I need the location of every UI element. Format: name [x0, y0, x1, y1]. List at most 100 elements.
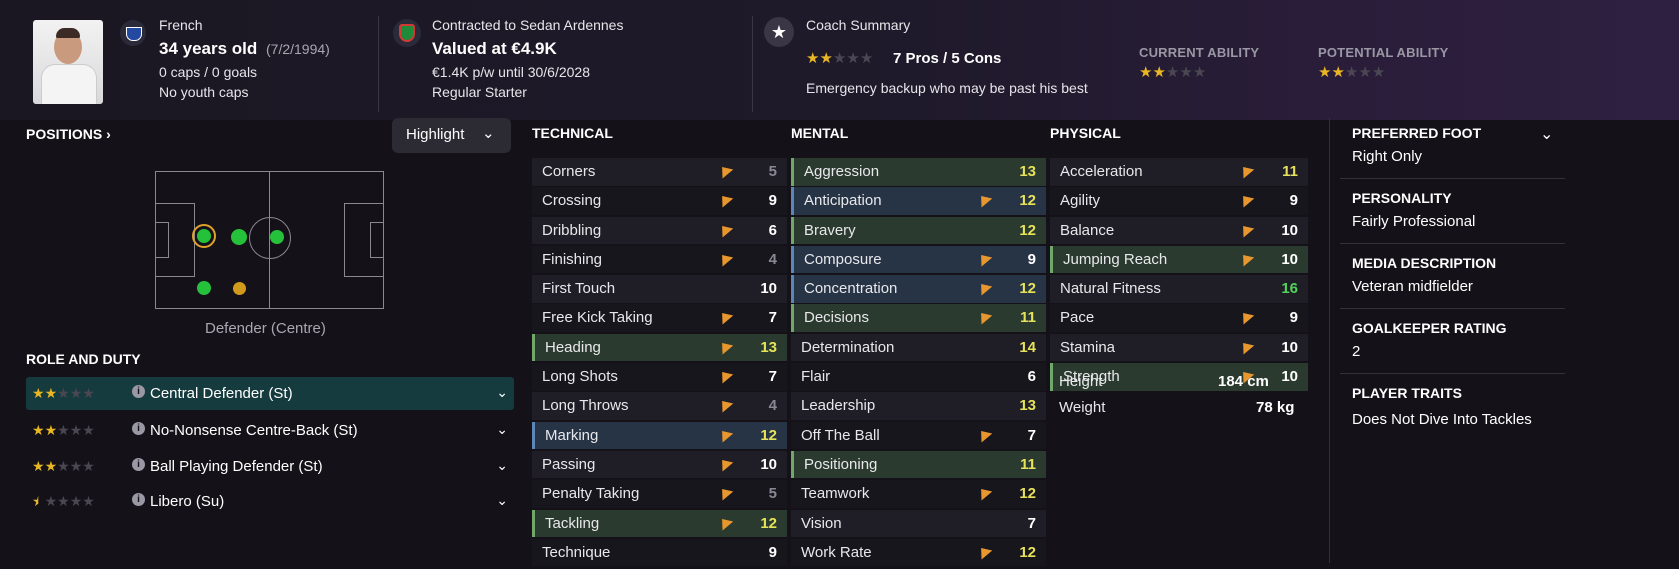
date-of-birth: (7/2/1994) [266, 41, 330, 57]
trend-arrow-icon [716, 455, 734, 472]
attribute-row-agility[interactable]: Agility 9 [1050, 187, 1308, 215]
role-name: Ball Playing Defender (St) [150, 458, 323, 475]
chevron-down-icon[interactable]: ⌄ [496, 421, 508, 438]
attribute-name: Natural Fitness [1060, 280, 1161, 298]
attribute-row-penalty-taking[interactable]: Penalty Taking 5 [532, 480, 787, 508]
player-avatar[interactable] [33, 20, 103, 104]
physical-attributes: Acceleration 11 Agility 9 Balance 10 Jumping R… [1050, 158, 1308, 392]
attribute-row-composure[interactable]: Composure 9 [791, 245, 1046, 274]
trend-arrow-icon [975, 250, 993, 267]
attribute-row-crossing[interactable]: Crossing 9 [532, 187, 787, 215]
attribute-row-jumping-reach[interactable]: Jumping Reach 10 [1050, 245, 1308, 274]
trend-arrow-icon [716, 426, 734, 443]
attribute-name: Crossing [542, 192, 602, 210]
trend-arrow-icon [716, 514, 734, 531]
role-item[interactable]: ★★★★★ i Ball Playing Defender (St) ⌄ [26, 450, 514, 483]
chevron-down-icon[interactable]: ⌄ [496, 492, 508, 509]
attribute-value: 9 [1027, 250, 1036, 268]
attribute-row-work-rate[interactable]: Work Rate 12 [791, 538, 1046, 567]
attribute-value: 5 [768, 163, 777, 180]
chevron-down-icon[interactable]: ⌄ [496, 457, 508, 474]
attribute-name: Work Rate [801, 543, 872, 561]
attribute-value: 6 [1027, 368, 1036, 386]
coach-summary-title: Coach Summary [806, 17, 911, 33]
attribute-row-finishing[interactable]: Finishing 4 [532, 245, 787, 274]
attribute-row-teamwork[interactable]: Teamwork 12 [791, 480, 1046, 508]
attribute-row-leadership[interactable]: Leadership 13 [791, 392, 1046, 420]
info-icon[interactable]: i [132, 458, 145, 471]
attribute-row-off-the-ball[interactable]: Off The Ball 7 [791, 421, 1046, 450]
attribute-value: 9 [768, 543, 777, 561]
player-trait-item[interactable]: Does Not Dive Into Tackles [1352, 411, 1532, 428]
attribute-row-first-touch[interactable]: First Touch 10 [532, 275, 787, 303]
attribute-name: Passing [542, 455, 596, 473]
role-item[interactable]: ★★★★★ i Central Defender (St) ⌄ [26, 377, 514, 410]
attribute-row-heading[interactable]: Heading 13 [532, 333, 787, 362]
attribute-row-stamina[interactable]: Stamina 10 [1050, 333, 1308, 362]
attribute-name: Technique [542, 543, 611, 561]
position-dot-dm[interactable] [231, 229, 247, 245]
position-dot-dc[interactable] [197, 229, 211, 243]
position-dot-wb-accomplished[interactable] [233, 282, 246, 295]
attribute-row-technique[interactable]: Technique 9 [532, 538, 787, 567]
highlight-dropdown[interactable]: Highlight ⌄ [392, 118, 511, 153]
coach-rating-stars: ★★★★★ [806, 50, 874, 67]
attribute-row-long-shots[interactable]: Long Shots 7 [532, 363, 787, 391]
attribute-row-vision[interactable]: Vision 7 [791, 509, 1046, 538]
chevron-down-icon[interactable]: ⌄ [1540, 124, 1553, 144]
attribute-row-determination[interactable]: Determination 14 [791, 333, 1046, 362]
attribute-row-natural-fitness[interactable]: Natural Fitness 16 [1050, 275, 1308, 303]
attribute-row-balance[interactable]: Balance 10 [1050, 216, 1308, 245]
attribute-row-passing[interactable]: Passing 10 [532, 450, 787, 479]
role-item[interactable]: ★★★★★ i Libero (Su) ⌄ [26, 485, 514, 518]
potential-ability-stars: ★★★★★ [1318, 64, 1386, 81]
trend-arrow-icon [716, 396, 734, 413]
position-dot-mc[interactable] [270, 230, 284, 244]
attribute-value: 13 [760, 338, 777, 356]
attribute-value: 4 [768, 250, 777, 268]
info-icon[interactable]: i [132, 422, 145, 435]
attribute-row-anticipation[interactable]: Anticipation 12 [791, 187, 1046, 215]
club-badge-icon[interactable] [393, 19, 421, 47]
international-caps: 0 caps / 0 goals [159, 64, 258, 80]
role-name: Central Defender (St) [150, 385, 293, 402]
attribute-name: Long Throws [542, 397, 629, 415]
attribute-row-free-kick-taking[interactable]: Free Kick Taking 7 [532, 304, 787, 332]
chevron-down-icon[interactable]: ⌄ [496, 384, 508, 401]
attribute-value: 5 [768, 485, 777, 503]
info-icon[interactable]: i [132, 385, 145, 398]
attribute-row-tackling[interactable]: Tackling 12 [532, 509, 787, 538]
position-caption: Defender (Centre) [205, 320, 326, 337]
pros-cons-link[interactable]: 7 Pros / 5 Cons [893, 50, 1001, 67]
profile-header: French 34 years old (7/2/1994) 0 caps / … [0, 0, 1679, 120]
position-dot-wb[interactable] [197, 281, 211, 295]
height-value: 184 cm [1218, 373, 1269, 390]
attribute-row-bravery[interactable]: Bravery 12 [791, 216, 1046, 245]
info-icon[interactable]: i [132, 493, 145, 506]
contract-club[interactable]: Contracted to Sedan Ardennes [432, 17, 623, 33]
attribute-row-concentration[interactable]: Concentration 12 [791, 275, 1046, 303]
nationality: French [159, 17, 203, 33]
attribute-row-aggression[interactable]: Aggression 13 [791, 158, 1046, 186]
attribute-row-pace[interactable]: Pace 9 [1050, 304, 1308, 332]
goal-box-right [370, 222, 384, 258]
attribute-row-long-throws[interactable]: Long Throws 4 [532, 392, 787, 420]
attribute-row-decisions[interactable]: Decisions 11 [791, 304, 1046, 332]
position-pitch[interactable] [155, 171, 384, 309]
attribute-row-dribbling[interactable]: Dribbling 6 [532, 216, 787, 245]
attribute-name: Long Shots [542, 368, 618, 386]
attribute-value: 12 [1019, 280, 1036, 298]
role-item[interactable]: ★★★★★ i No-Nonsense Centre-Back (St) ⌄ [26, 414, 514, 447]
attribute-value: 10 [760, 455, 777, 473]
attribute-row-marking[interactable]: Marking 12 [532, 421, 787, 450]
positions-title[interactable]: POSITIONS › [26, 126, 111, 142]
attribute-row-corners[interactable]: Corners 5 [532, 158, 787, 186]
trend-arrow-icon [975, 279, 993, 296]
attribute-row-acceleration[interactable]: Acceleration 11 [1050, 158, 1308, 186]
mental-title: MENTAL [791, 125, 849, 141]
attribute-row-flair[interactable]: Flair 6 [791, 363, 1046, 391]
attribute-value: 7 [1027, 426, 1036, 444]
attribute-row-positioning[interactable]: Positioning 11 [791, 450, 1046, 479]
physical-title: PHYSICAL [1050, 125, 1121, 141]
attribute-name: Vision [801, 514, 842, 532]
